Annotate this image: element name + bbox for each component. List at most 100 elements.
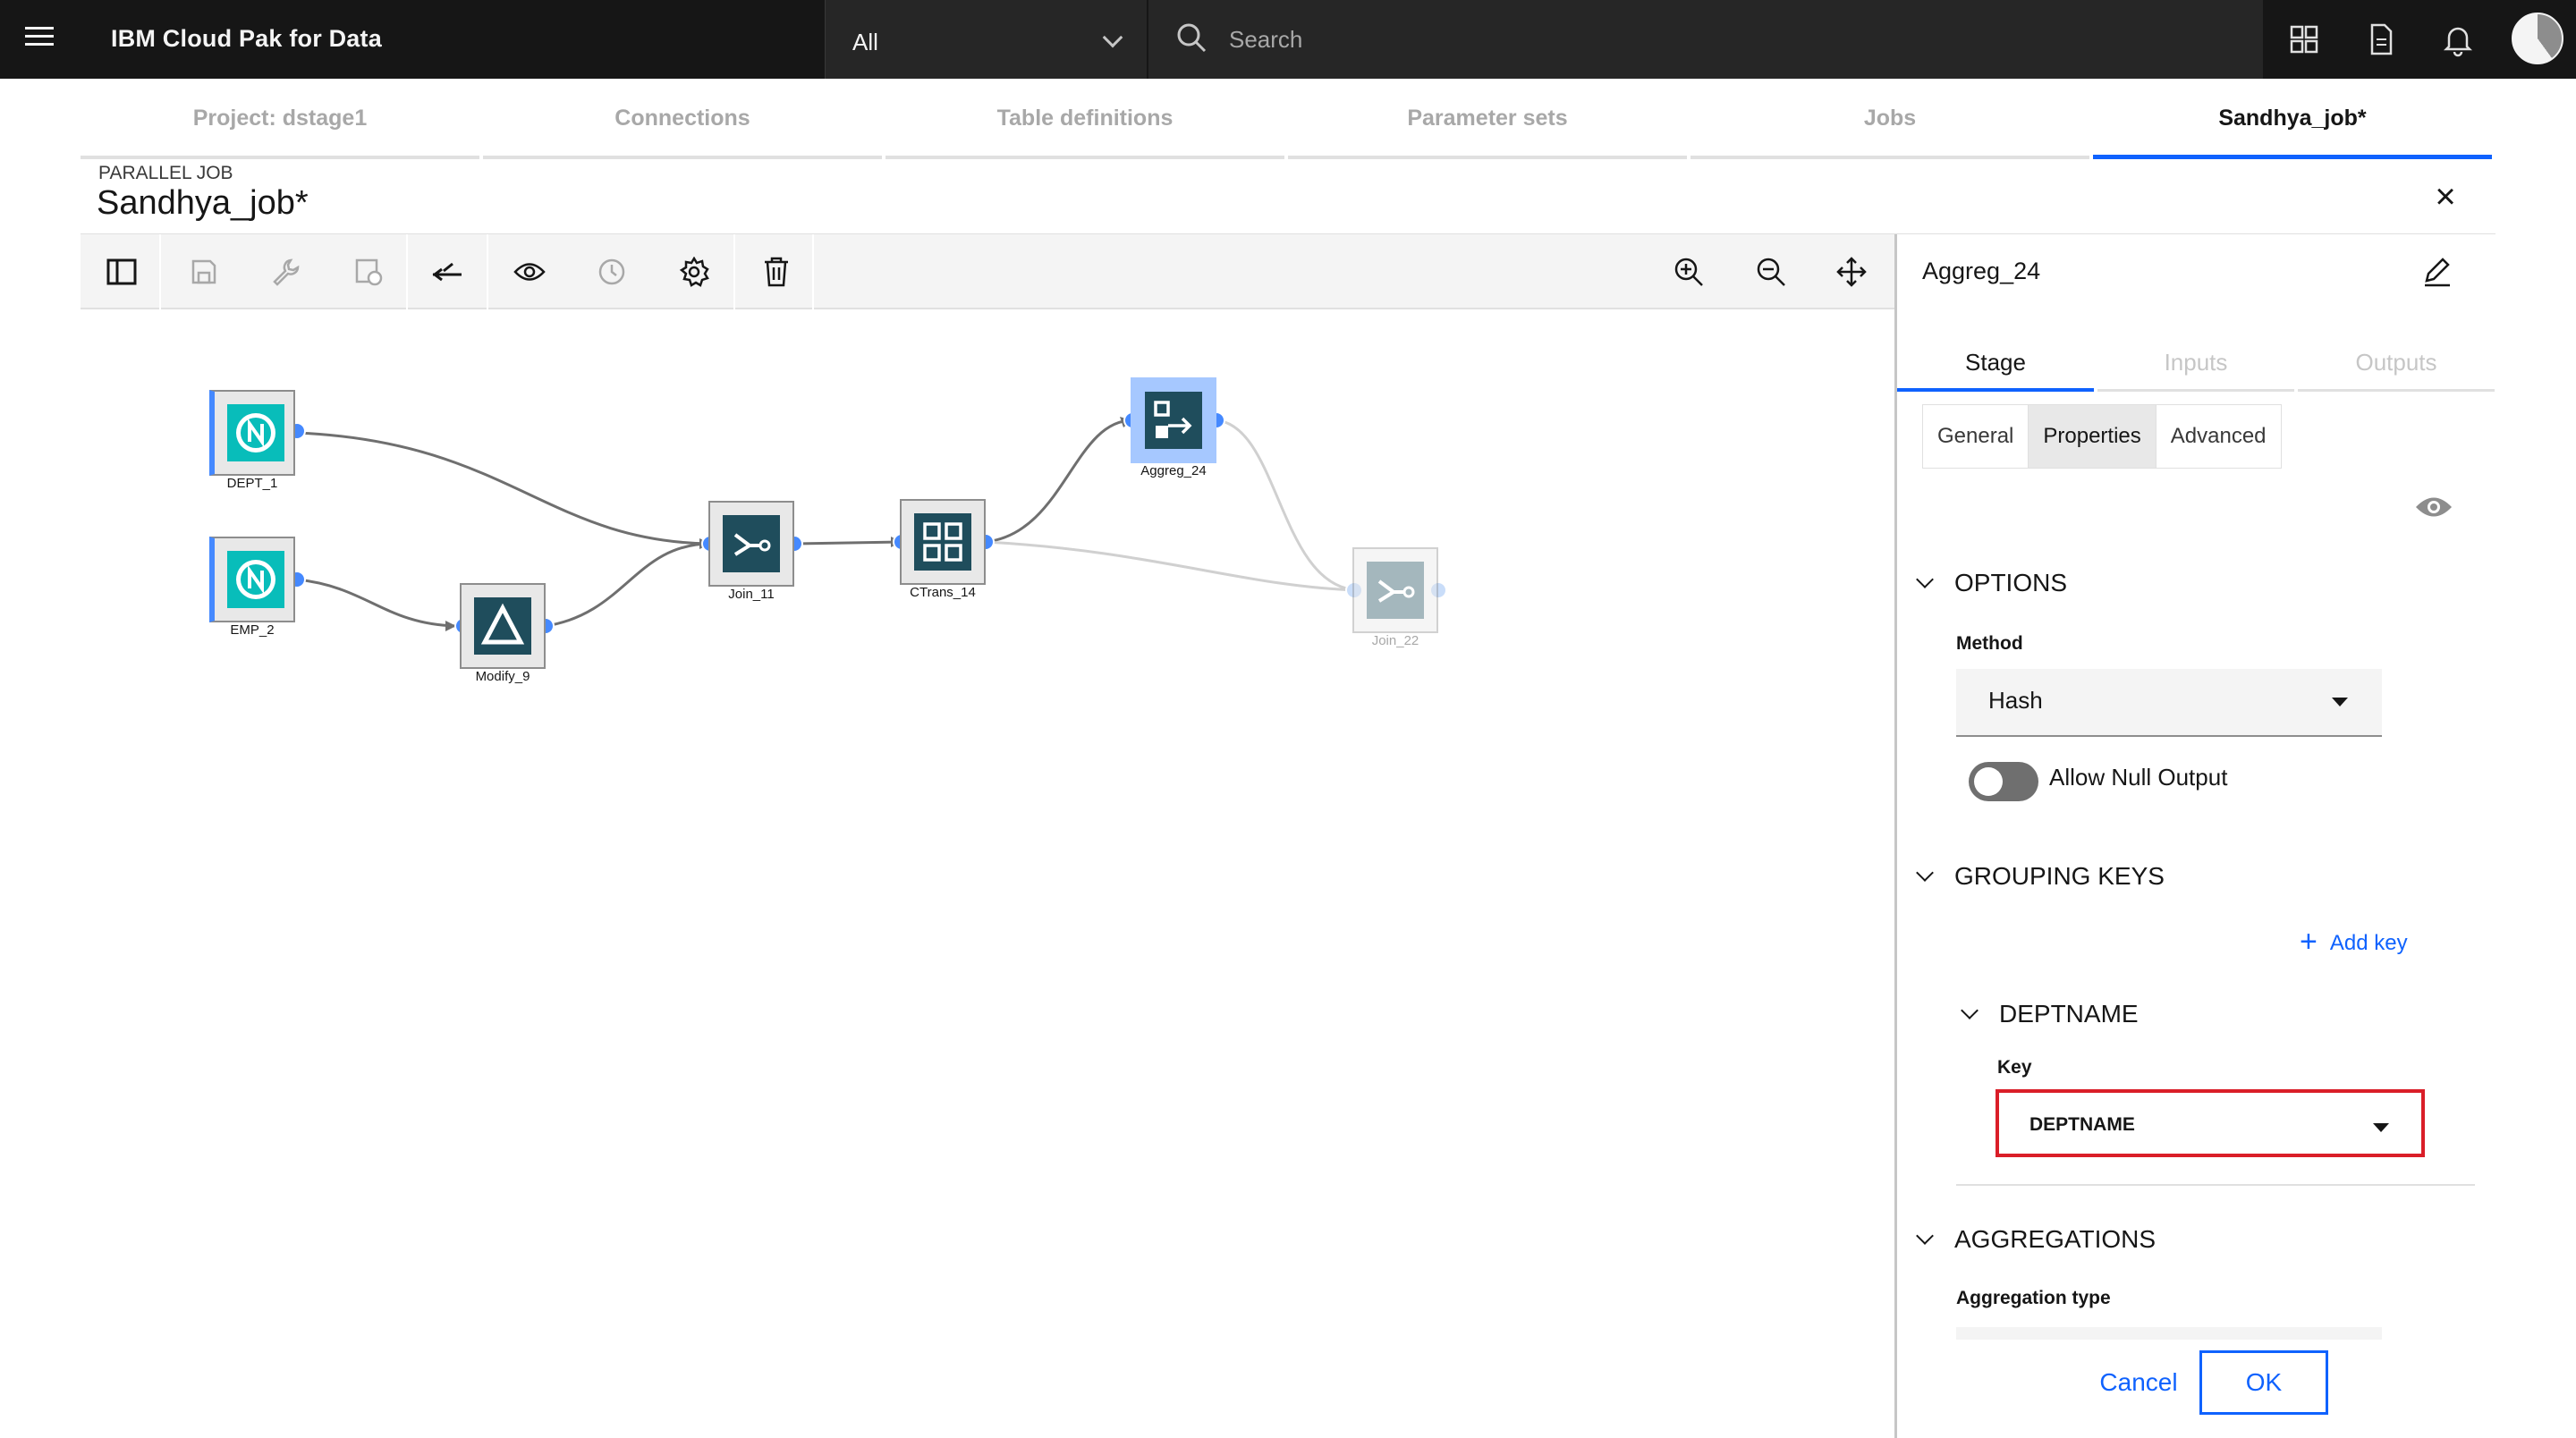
stage-node-dept[interactable]: [209, 390, 295, 476]
scope-dropdown[interactable]: All: [825, 0, 1147, 79]
stage-node-modify[interactable]: [460, 583, 546, 669]
zoom-out-button[interactable]: [1730, 234, 1812, 309]
tab-sandhya-job[interactable]: Sandhya_job*: [2093, 89, 2492, 159]
document-icon[interactable]: [2361, 20, 2401, 59]
wrench-icon: [273, 258, 300, 286]
project-tabs: Project: dstage1 Connections Table defin…: [80, 89, 2496, 159]
node-label: CTrans_14: [910, 585, 976, 600]
ok-button[interactable]: OK: [2199, 1350, 2328, 1415]
caret-down-icon: [2332, 698, 2348, 706]
zoom-in-button[interactable]: [1648, 234, 1730, 309]
tab-jobs[interactable]: Jobs: [1690, 89, 2089, 159]
stage-node-ctrans[interactable]: [900, 499, 986, 585]
link-ctrans-aggreg[interactable]: [985, 419, 1133, 544]
method-value: Hash: [1988, 687, 2043, 714]
zoom-in-icon: [1674, 258, 1703, 286]
chevron-down-icon: [1916, 571, 1934, 588]
history-button[interactable]: [571, 234, 653, 309]
settings-button[interactable]: [653, 234, 735, 309]
tab-table-definitions[interactable]: Table definitions: [886, 89, 1284, 159]
fit-to-screen-button[interactable]: [1810, 234, 1893, 309]
link-modify-join[interactable]: [545, 542, 712, 628]
tab-advanced[interactable]: Advanced: [2156, 405, 2281, 468]
node-label: EMP_2: [230, 622, 275, 638]
grid-transform-icon: [914, 513, 971, 571]
stage-node-emp[interactable]: [209, 537, 295, 622]
search-input[interactable]: [1229, 21, 2123, 57]
link-aggreg-join22[interactable]: [1216, 419, 1359, 592]
aggregation-type-select[interactable]: [1956, 1327, 2382, 1340]
delete-button[interactable]: [735, 234, 818, 309]
tab-stage[interactable]: Stage: [1897, 331, 2094, 392]
chevron-down-icon: [1102, 27, 1123, 48]
toggle-palette-button[interactable]: [80, 234, 163, 309]
stage-node-join-11[interactable]: [708, 501, 794, 587]
notification-bell-icon[interactable]: [2438, 20, 2478, 59]
stage-node-join-22[interactable]: [1352, 547, 1438, 633]
edit-pencil-icon[interactable]: [2421, 256, 2453, 288]
job-header: PARALLEL JOB Sandhya_job* ×: [80, 159, 2496, 234]
catalog-icon[interactable]: [2284, 20, 2324, 59]
chevron-down-icon: [1916, 1227, 1934, 1245]
panel-icon: [106, 258, 137, 285]
clock-icon: [598, 258, 625, 285]
link-join-ctrans[interactable]: [793, 540, 902, 546]
divider: [1956, 1184, 2475, 1186]
stage-tabs: Stage Inputs Outputs: [1897, 331, 2496, 392]
tab-project[interactable]: Project: dstage1: [80, 89, 479, 159]
node-label: Join_11: [728, 587, 775, 602]
section-aggregations[interactable]: AGGREGATIONS: [1916, 1225, 2156, 1254]
n-connector-icon: [227, 404, 284, 461]
chevron-down-icon: [1916, 864, 1934, 882]
link-layer: [288, 411, 1447, 635]
method-label: Method: [1956, 633, 2023, 654]
arrange-arrows-icon: [432, 262, 462, 282]
aggregator-icon: [1145, 392, 1202, 449]
menu-icon[interactable]: [21, 21, 57, 57]
tab-parameter-sets[interactable]: Parameter sets: [1288, 89, 1687, 159]
close-icon[interactable]: ×: [2428, 179, 2463, 215]
save-button[interactable]: [163, 234, 245, 309]
section-options[interactable]: OPTIONS: [1916, 569, 2067, 597]
job-name: Sandhya_job*: [97, 184, 309, 222]
add-key-button[interactable]: + Add key: [2300, 923, 2408, 959]
section-deptname[interactable]: DEPTNAME: [1961, 1000, 2139, 1028]
compile-button[interactable]: [245, 234, 327, 309]
stage-title: Aggreg_24: [1922, 258, 2041, 284]
tab-inputs[interactable]: Inputs: [2097, 331, 2294, 392]
run-job-icon: [355, 258, 383, 286]
eye-icon: [513, 263, 546, 281]
search-icon: [1177, 23, 1207, 53]
brand-name[interactable]: IBM Cloud Pak for Data: [111, 25, 382, 53]
section-grouping-keys[interactable]: GROUPING KEYS: [1916, 862, 2165, 891]
tab-properties[interactable]: Properties: [2028, 405, 2157, 468]
method-select[interactable]: Hash: [1956, 669, 2382, 737]
link-dept-join[interactable]: [296, 431, 712, 546]
run-button[interactable]: [327, 234, 410, 309]
key-select[interactable]: DEPTNAME: [1996, 1089, 2425, 1157]
tab-outputs[interactable]: Outputs: [2298, 331, 2495, 392]
content-tabs: General Properties Advanced: [1922, 404, 2282, 469]
join-icon: [723, 515, 780, 572]
key-label: Key: [1997, 1057, 2032, 1078]
trash-icon: [765, 257, 788, 287]
caret-down-icon: [2373, 1123, 2389, 1132]
arrange-button[interactable]: [406, 234, 488, 309]
gear-icon: [679, 257, 709, 287]
node-label: DEPT_1: [226, 476, 278, 491]
tab-general[interactable]: General: [1923, 405, 2029, 468]
eye-icon[interactable]: [2414, 494, 2453, 520]
aggregation-type-label: Aggregation type: [1956, 1288, 2111, 1308]
user-avatar[interactable]: [2512, 13, 2563, 64]
allow-null-toggle[interactable]: [1969, 762, 2038, 801]
preview-button[interactable]: [488, 234, 571, 309]
stage-node-aggreg[interactable]: [1131, 377, 1216, 463]
join-icon: [1367, 562, 1424, 619]
flow-canvas[interactable]: DEPT_1 EMP_2 Modify_9 Join_11 CTrans_14 …: [80, 309, 1894, 1434]
tab-connections[interactable]: Connections: [483, 89, 882, 159]
chevron-down-icon: [1961, 1002, 1979, 1019]
job-kind: PARALLEL JOB: [98, 163, 233, 183]
link-emp-modify[interactable]: [296, 578, 457, 628]
search-bar: [1148, 0, 2263, 79]
zoom-out-icon: [1757, 258, 1785, 286]
